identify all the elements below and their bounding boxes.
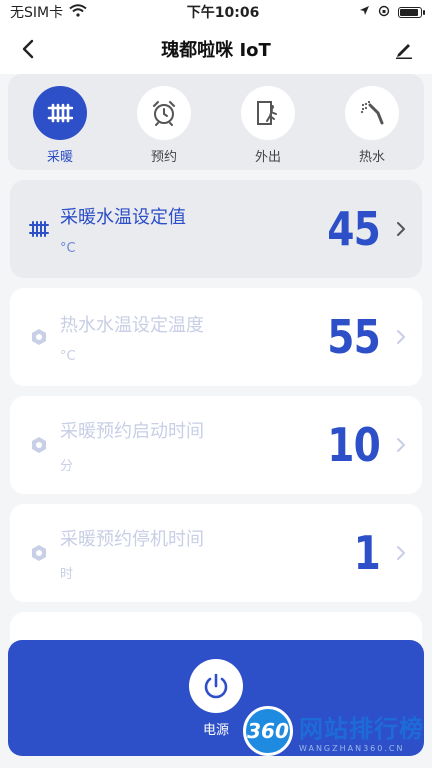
mode-heating[interactable]: 采暖	[20, 85, 100, 165]
mode-away-label: 外出	[254, 149, 281, 165]
hexagon-icon	[32, 545, 46, 561]
alarm-clock-icon	[153, 100, 175, 126]
setting-hot-water-temp[interactable]: 热水水温设定温度 °C 55	[10, 288, 422, 386]
orientation-lock-icon	[378, 5, 390, 20]
setting-value: 10	[327, 418, 381, 472]
watermark: 360 网站排行榜 WANGZHAN360.CN	[243, 706, 424, 756]
setting-unit: °C	[60, 240, 76, 256]
pencil-icon	[395, 44, 412, 59]
setting-unit: 分	[60, 458, 74, 474]
status-left: 无SIM卡	[10, 2, 87, 22]
back-button[interactable]	[14, 35, 42, 63]
watermark-cn: 网站排行榜	[299, 715, 424, 743]
setting-title: 采暖预约停机时间	[60, 528, 204, 550]
next-card-peek	[10, 612, 422, 642]
mode-away[interactable]: 外出	[228, 85, 308, 165]
chevron-right-icon	[394, 545, 408, 561]
mode-away-circle	[241, 85, 295, 140]
card-texts: 热水水温设定温度 °C	[60, 311, 318, 364]
card-texts: 采暖水温设定值 °C	[60, 203, 318, 256]
settings-list: 采暖水温设定值 °C 45 热水水温设定温度 °C 55 采暖预约启动时间 分 …	[0, 180, 432, 642]
watermark-en: WANGZHAN360.CN	[299, 744, 405, 753]
hexagon-icon	[32, 437, 46, 453]
card-texts: 采暖预约启动时间 分	[60, 417, 318, 474]
setting-value: 55	[327, 310, 381, 364]
mode-schedule-label: 预约	[150, 149, 177, 165]
setting-value: 1	[353, 526, 381, 580]
power-button[interactable]	[189, 658, 243, 713]
chevron-right-icon	[394, 221, 408, 237]
mode-hotwater-label: 热水	[358, 149, 385, 165]
battery-icon	[398, 6, 425, 18]
exit-door-icon	[257, 100, 277, 125]
power-icon	[204, 673, 228, 698]
watermark-text: 网站排行榜 WANGZHAN360.CN	[299, 709, 424, 753]
page-title: 瑰都啦咪 IoT	[161, 40, 271, 61]
radiator-icon	[29, 221, 49, 237]
mode-heating-circle	[33, 85, 87, 140]
setting-schedule-stop-time[interactable]: 采暖预约停机时间 时 1	[10, 504, 422, 602]
wifi-icon	[69, 3, 87, 21]
setting-title: 采暖预约启动时间	[60, 420, 204, 442]
status-bar: 无SIM卡 下午10:06	[0, 0, 432, 24]
setting-unit: 时	[60, 566, 74, 582]
card-texts: 采暖预约停机时间 时	[60, 525, 349, 582]
status-right	[359, 5, 425, 20]
setting-heating-water-temp[interactable]: 采暖水温设定值 °C 45	[10, 180, 422, 278]
card-icon	[26, 436, 52, 454]
chevron-right-icon	[394, 329, 408, 345]
chevron-left-icon	[22, 39, 34, 59]
status-time: 下午10:06	[186, 5, 260, 21]
shower-icon	[360, 100, 384, 124]
power-label: 电源	[202, 722, 229, 738]
card-icon	[26, 220, 52, 238]
setting-schedule-start-time[interactable]: 采暖预约启动时间 分 10	[10, 396, 422, 494]
mode-schedule[interactable]: 预约	[124, 85, 204, 165]
edit-button[interactable]	[390, 35, 418, 63]
setting-unit: °C	[60, 348, 76, 364]
nav-bar: 瑰都啦咪 IoT	[0, 24, 432, 74]
mode-selector: 采暖 预约 外出 热水	[8, 74, 424, 170]
chevron-right-icon	[394, 437, 408, 453]
card-icon	[26, 544, 52, 562]
setting-title: 采暖水温设定值	[60, 206, 186, 228]
radiator-icon	[47, 103, 73, 122]
carrier-label: 无SIM卡	[10, 5, 64, 21]
mode-hotwater[interactable]: 热水	[332, 85, 412, 165]
card-icon	[26, 328, 52, 346]
setting-title: 热水水温设定温度	[60, 314, 204, 336]
mode-heating-label: 采暖	[46, 149, 73, 165]
mode-schedule-circle	[137, 85, 191, 140]
hexagon-icon	[32, 329, 46, 345]
location-arrow-icon	[359, 5, 370, 19]
watermark-badge: 360	[243, 706, 293, 756]
setting-value: 45	[327, 202, 381, 256]
mode-hotwater-circle	[345, 85, 399, 140]
